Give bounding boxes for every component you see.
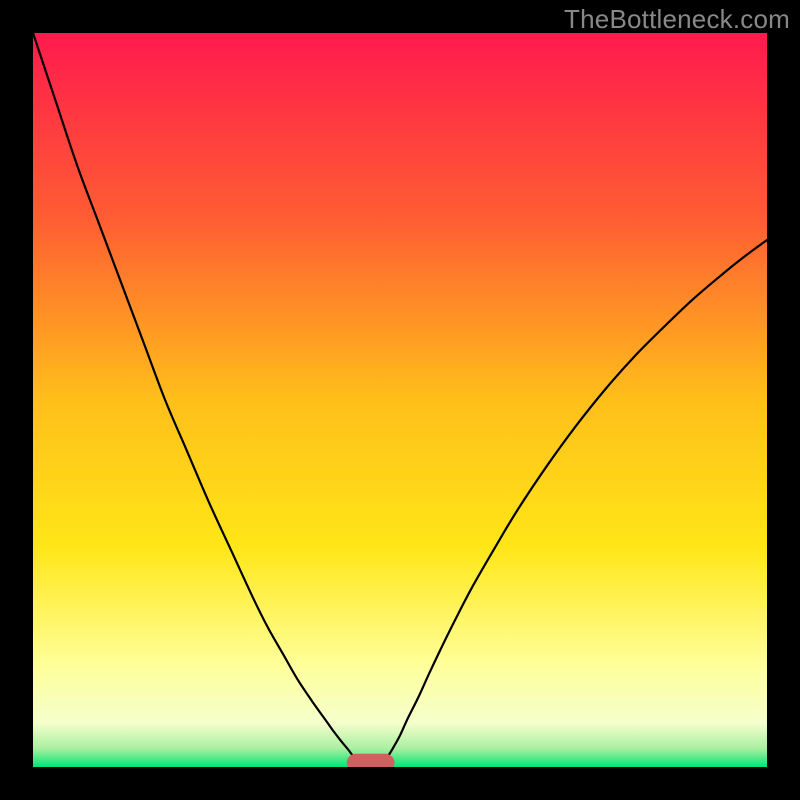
- gradient-background: [33, 33, 767, 767]
- watermark-text: TheBottleneck.com: [564, 4, 790, 35]
- minimum-marker: [347, 754, 395, 767]
- chart-container: TheBottleneck.com: [0, 0, 800, 800]
- chart-svg: [33, 33, 767, 767]
- plot-area: [33, 33, 767, 767]
